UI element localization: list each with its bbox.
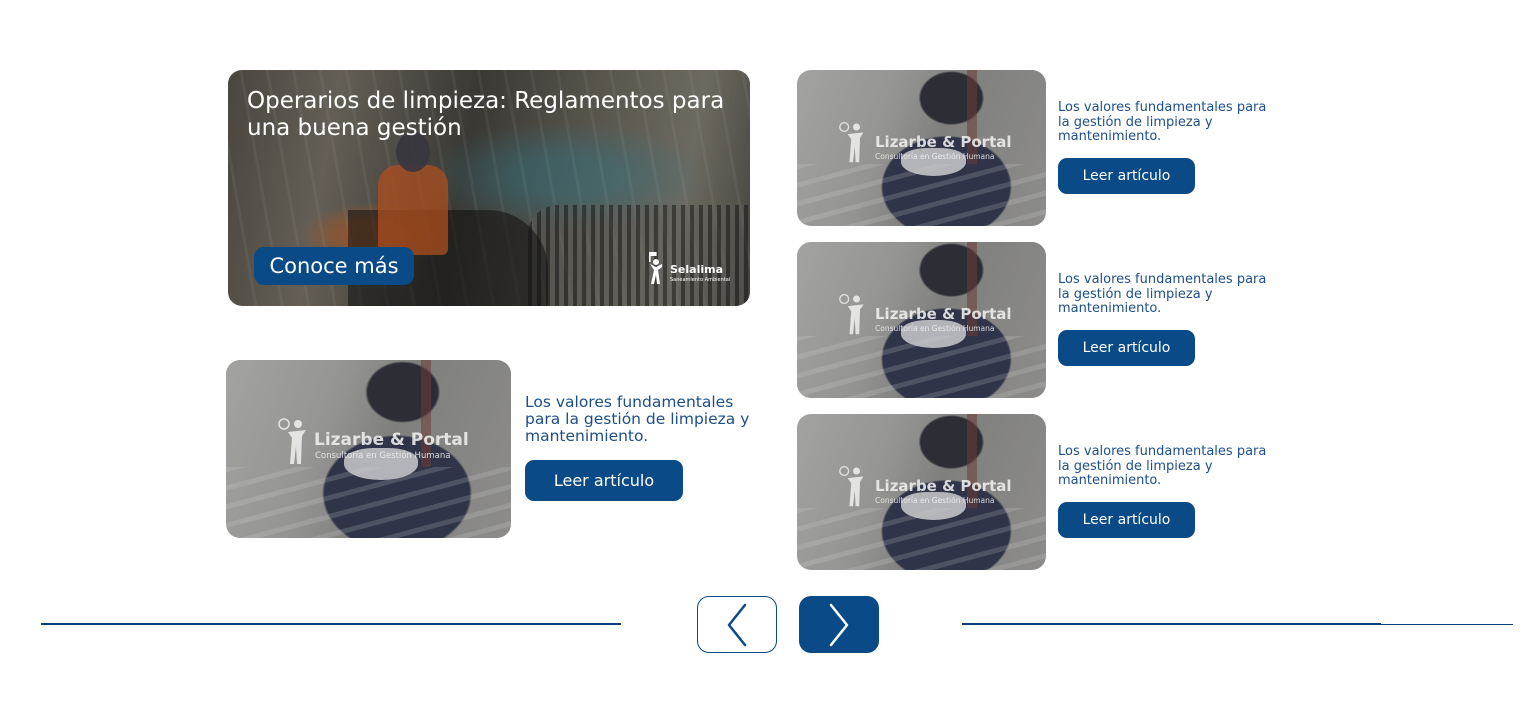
selalima-brand-tagline: Saneamiento Ambiental <box>670 277 731 283</box>
featured-article-card[interactable]: Operarios de limpieza: Reglamentos para … <box>228 70 750 306</box>
featured-title: Operarios de limpieza: Reglamentos para … <box>247 88 725 141</box>
lizarbe-portal-watermark: Lizarbe & Portal Consultoría en Gestión … <box>837 120 1046 164</box>
article-description: Los valores fundamentales para la gestió… <box>1058 272 1267 316</box>
person-mark-icon <box>278 418 306 464</box>
person-mark-icon <box>839 465 864 507</box>
person-mark-icon <box>839 293 864 335</box>
watermark-tagline: Consultoría en Gestión Humana <box>315 451 451 461</box>
article-thumbnail[interactable]: Lizarbe & Portal Consultoría en Gestión … <box>797 242 1046 398</box>
lizarbe-portal-watermark: Lizarbe & Portal Consultoría en Gestión … <box>276 416 506 466</box>
conoce-mas-button[interactable]: Conoce más <box>254 247 414 285</box>
watermark-name: Lizarbe & Portal <box>314 430 469 450</box>
lizarbe-portal-watermark: Lizarbe & Portal Consultoría en Gestión … <box>837 464 1046 508</box>
article-description: Los valores fundamentales para la gestió… <box>1058 100 1267 144</box>
previous-page-button[interactable] <box>697 596 777 653</box>
watermark-tagline: Consultoría en Gestión Humana <box>875 496 995 505</box>
person-flag-icon <box>649 252 662 284</box>
next-page-button[interactable] <box>799 596 879 653</box>
article-description: Los valores fundamentales para la gestió… <box>1058 444 1267 488</box>
chevron-left-icon <box>727 603 747 646</box>
article-thumbnail[interactable]: Lizarbe & Portal Consultoría en Gestión … <box>226 360 511 538</box>
selalima-brand-name: Selalima <box>670 263 724 276</box>
selalima-logo: Selalima Saneamiento Ambiental <box>646 250 746 286</box>
leer-articulo-button[interactable]: Leer artículo <box>1058 502 1195 538</box>
article-thumbnail[interactable]: Lizarbe & Portal Consultoría en Gestión … <box>797 70 1046 226</box>
watermark-name: Lizarbe & Portal <box>875 477 1012 495</box>
article-description: Los valores fundamentales para la gestió… <box>525 393 750 445</box>
divider-right-end <box>1381 624 1513 625</box>
watermark-tagline: Consultoría en Gestión Humana <box>875 152 995 161</box>
watermark-tagline: Consultoría en Gestión Humana <box>875 324 995 333</box>
article-thumbnail[interactable]: Lizarbe & Portal Consultoría en Gestión … <box>797 414 1046 570</box>
leer-articulo-button[interactable]: Leer artículo <box>525 460 683 501</box>
chevron-right-icon <box>829 603 849 646</box>
divider-right <box>962 623 1381 625</box>
leer-articulo-button[interactable]: Leer artículo <box>1058 158 1195 194</box>
person-mark-icon <box>839 121 864 163</box>
leer-articulo-button[interactable]: Leer artículo <box>1058 330 1195 366</box>
lizarbe-portal-watermark: Lizarbe & Portal Consultoría en Gestión … <box>837 292 1046 336</box>
divider-left <box>41 623 621 625</box>
watermark-name: Lizarbe & Portal <box>875 133 1012 151</box>
watermark-name: Lizarbe & Portal <box>875 305 1012 323</box>
